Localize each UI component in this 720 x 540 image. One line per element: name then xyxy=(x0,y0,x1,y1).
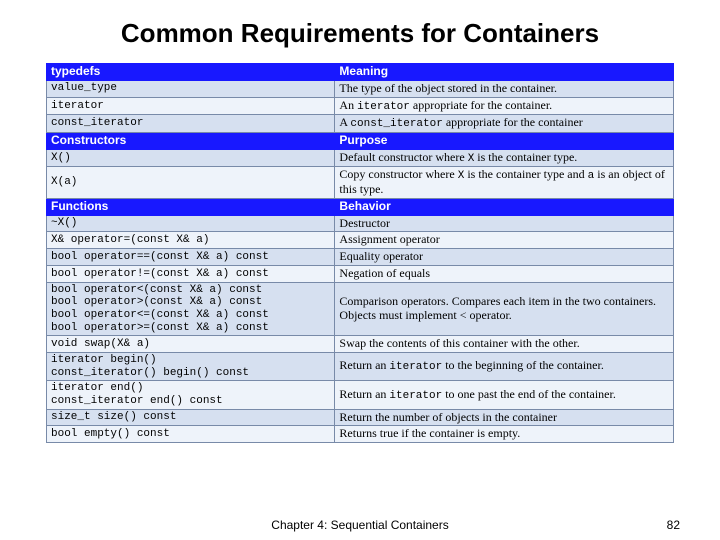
meaning-cell: An iterator appropriate for the containe… xyxy=(335,97,674,115)
page-title: Common Requirements for Containers xyxy=(0,0,720,63)
table-row: value_typeThe type of the object stored … xyxy=(47,80,674,97)
code-cell: X(a) xyxy=(47,167,335,198)
table-row: iterator end() const_iterator end() cons… xyxy=(47,381,674,409)
meaning-cell: Return the number of objects in the cont… xyxy=(335,409,674,426)
table-section-header: ConstructorsPurpose xyxy=(47,132,674,149)
code-cell: iterator end() const_iterator end() cons… xyxy=(47,381,335,409)
footer-chapter: Chapter 4: Sequential Containers xyxy=(271,518,448,532)
meaning-cell: The type of the object stored in the con… xyxy=(335,80,674,97)
header-right: Meaning xyxy=(335,64,674,81)
meaning-cell: A const_iterator appropriate for the con… xyxy=(335,115,674,133)
code-cell: X() xyxy=(47,149,335,167)
table-row: X()Default constructor where X is the co… xyxy=(47,149,674,167)
table-row: X(a)Copy constructor where X is the cont… xyxy=(47,167,674,198)
meaning-cell: Assignment operator xyxy=(335,232,674,249)
meaning-cell: Destructor xyxy=(335,215,674,232)
code-cell: void swap(X& a) xyxy=(47,336,335,353)
header-right: Behavior xyxy=(335,198,674,215)
table-row: iteratorAn iterator appropriate for the … xyxy=(47,97,674,115)
table-row: X& operator=(const X& a)Assignment opera… xyxy=(47,232,674,249)
code-cell: iterator begin() const_iterator() begin(… xyxy=(47,353,335,381)
meaning-cell: Swap the contents of this container with… xyxy=(335,336,674,353)
code-cell: bool operator<(const X& a) const bool op… xyxy=(47,282,335,336)
table-row: iterator begin() const_iterator() begin(… xyxy=(47,353,674,381)
header-left: Functions xyxy=(47,198,335,215)
table-row: size_t size() constReturn the number of … xyxy=(47,409,674,426)
meaning-cell: Negation of equals xyxy=(335,265,674,282)
meaning-cell: Return an iterator to the beginning of t… xyxy=(335,353,674,381)
code-cell: size_t size() const xyxy=(47,409,335,426)
table-section-header: FunctionsBehavior xyxy=(47,198,674,215)
table-row: void swap(X& a)Swap the contents of this… xyxy=(47,336,674,353)
meaning-cell: Copy constructor where X is the containe… xyxy=(335,167,674,198)
code-cell: bool operator!=(const X& a) const xyxy=(47,265,335,282)
header-left: typedefs xyxy=(47,64,335,81)
header-left: Constructors xyxy=(47,132,335,149)
code-cell: const_iterator xyxy=(47,115,335,133)
table-row: bool operator<(const X& a) const bool op… xyxy=(47,282,674,336)
table-section-header: typedefsMeaning xyxy=(47,64,674,81)
table-row: bool empty() constReturns true if the co… xyxy=(47,426,674,443)
code-cell: ~X() xyxy=(47,215,335,232)
table-row: bool operator==(const X& a) constEqualit… xyxy=(47,249,674,266)
meaning-cell: Comparison operators. Compares each item… xyxy=(335,282,674,336)
code-cell: X& operator=(const X& a) xyxy=(47,232,335,249)
table-row: bool operator!=(const X& a) constNegatio… xyxy=(47,265,674,282)
code-cell: bool empty() const xyxy=(47,426,335,443)
meaning-cell: Returns true if the container is empty. xyxy=(335,426,674,443)
header-right: Purpose xyxy=(335,132,674,149)
requirements-table: typedefsMeaningvalue_typeThe type of the… xyxy=(46,63,674,443)
meaning-cell: Return an iterator to one past the end o… xyxy=(335,381,674,409)
footer-page-number: 82 xyxy=(667,518,680,532)
code-cell: value_type xyxy=(47,80,335,97)
meaning-cell: Equality operator xyxy=(335,249,674,266)
table-row: ~X()Destructor xyxy=(47,215,674,232)
code-cell: bool operator==(const X& a) const xyxy=(47,249,335,266)
table-row: const_iteratorA const_iterator appropria… xyxy=(47,115,674,133)
meaning-cell: Default constructor where X is the conta… xyxy=(335,149,674,167)
code-cell: iterator xyxy=(47,97,335,115)
